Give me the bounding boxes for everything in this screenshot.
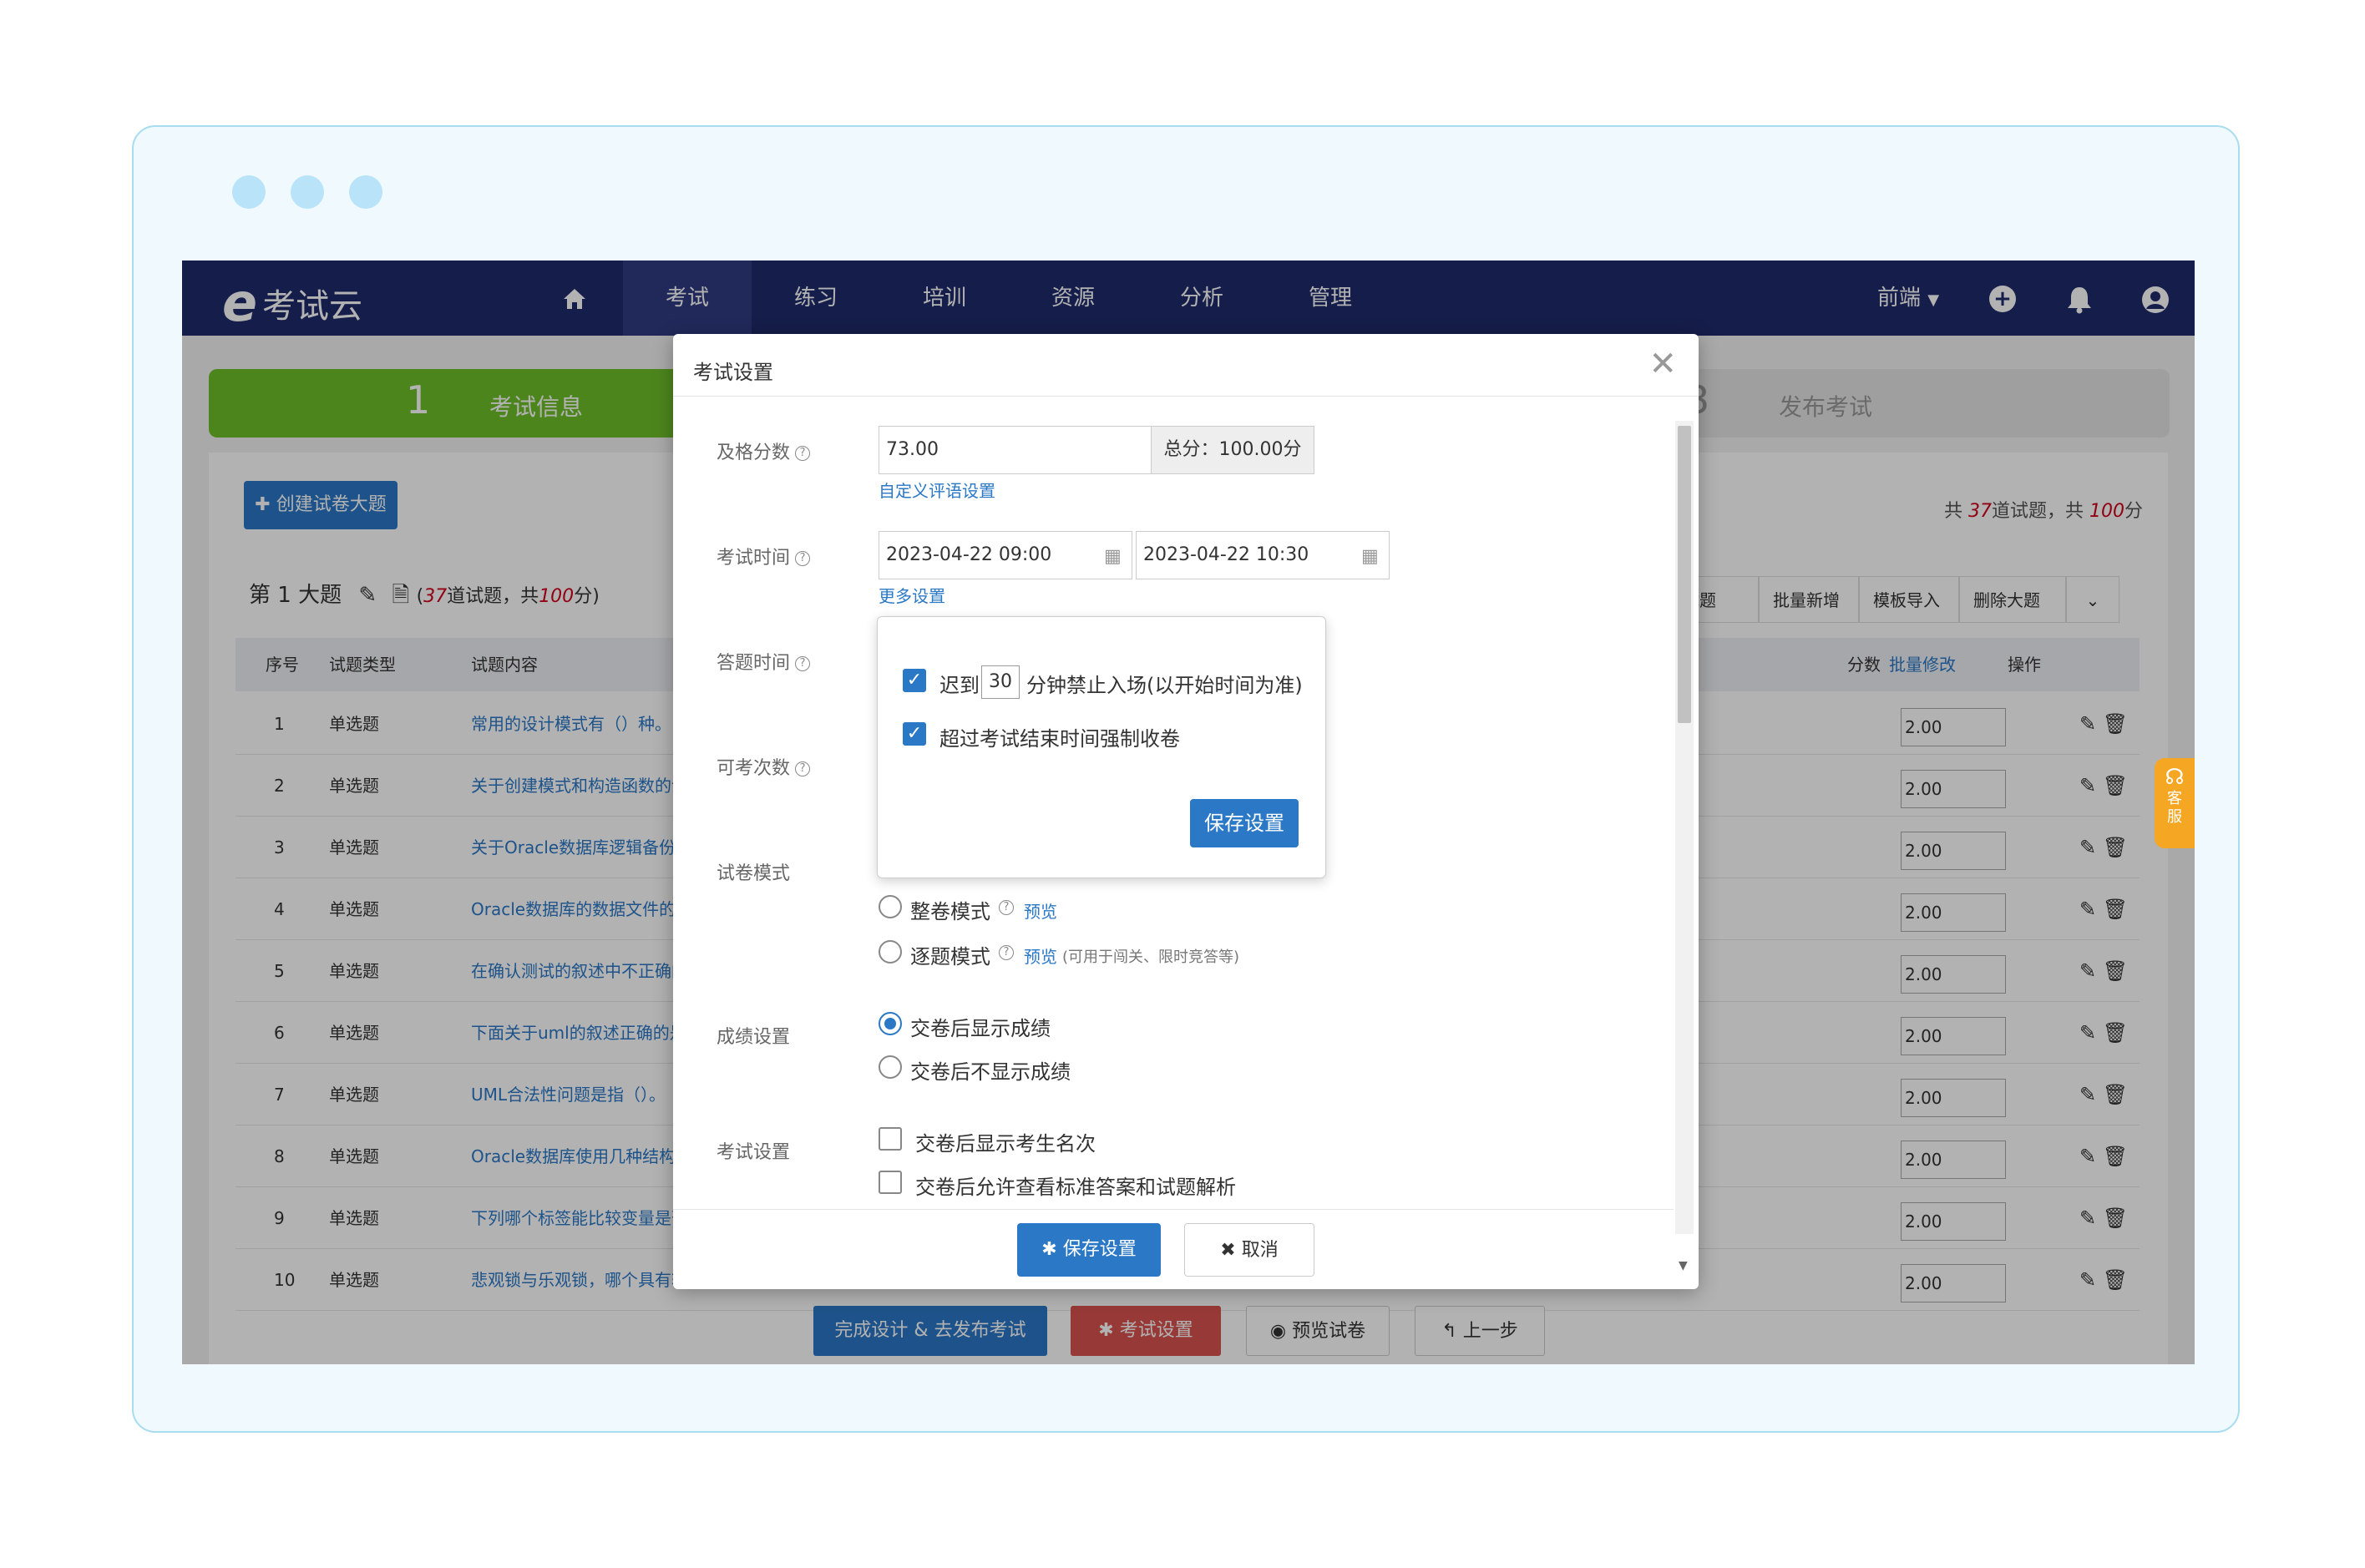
attempts-label-text: 可考次数 <box>717 758 791 779</box>
hide-score-radio[interactable] <box>879 1055 902 1079</box>
window-dot-icon <box>232 175 266 209</box>
show-score-radio[interactable] <box>879 1012 902 1035</box>
save-settings-button[interactable]: ✱ 保存设置 <box>1017 1223 1161 1277</box>
exam-time-label: 考试时间? <box>717 543 811 569</box>
popover-save-button[interactable]: 保存设置 <box>1190 799 1299 847</box>
paper-mode-label: 试卷模式 <box>717 863 791 884</box>
exam-settings-label: 考试设置 <box>717 1142 791 1163</box>
more-settings-popover: ✓ 迟到 30 分钟禁止入场(以开始时间为准) ✓ 超过考试结束时间强制收卷 保… <box>877 616 1326 878</box>
step-mode-radio[interactable] <box>879 940 902 964</box>
customer-service-tab[interactable]: ☊ 客服 <box>2155 758 2195 848</box>
dialog-footer: ✱ 保存设置 ✖ 取消 <box>673 1209 1674 1289</box>
cancel-label: 取消 <box>1241 1240 1279 1261</box>
help-icon[interactable]: ? <box>999 945 1014 960</box>
window-dot-icon <box>291 175 324 209</box>
close-icon: ✖ <box>1220 1240 1236 1261</box>
dialog-title: 考试设置 <box>693 361 773 384</box>
close-icon[interactable]: ✕ <box>1648 347 1677 381</box>
cancel-button[interactable]: ✖ 取消 <box>1184 1223 1314 1277</box>
whole-mode-radio[interactable] <box>879 895 902 918</box>
force-submit-label[interactable]: 超过考试结束时间强制收卷 <box>939 722 1180 751</box>
total-score-addon: 总分：100.00分 <box>1151 426 1314 474</box>
start-time-input[interactable]: 2023-04-22 09:00 <box>879 531 1132 579</box>
exam-settings-dialog: 考试设置 ✕ 及格分数? 73.00 总分：100.00分 自定义评语设置 考试… <box>673 334 1699 1289</box>
dialog-scrollbar[interactable] <box>1675 421 1694 1234</box>
help-icon[interactable]: ? <box>999 900 1014 915</box>
more-settings-link[interactable]: 更多设置 <box>879 583 945 607</box>
step-mode-note: (可用于闯关、限时竞答等) <box>1062 948 1240 966</box>
allow-answer-label[interactable]: 交卷后允许查看标准答案和试题解析 <box>915 1171 1236 1200</box>
answer-time-label: 答题时间? <box>717 648 811 675</box>
attempts-label: 可考次数? <box>717 753 811 780</box>
hide-score-label[interactable]: 交卷后不显示成绩 <box>910 1055 1071 1085</box>
answer-time-label-text: 答题时间 <box>717 653 791 674</box>
late-prefix-label: 迟到 <box>939 674 980 697</box>
scroll-down-icon[interactable]: ▼ <box>1679 1259 1688 1272</box>
custom-comment-link[interactable]: 自定义评语设置 <box>879 478 995 502</box>
scrollbar-thumb[interactable] <box>1678 426 1691 723</box>
save-settings-label: 保存设置 <box>1062 1239 1137 1260</box>
pass-score-label: 及格分数? <box>717 438 811 464</box>
pass-score-label-text: 及格分数 <box>717 443 791 463</box>
score-settings-label: 成绩设置 <box>717 1027 791 1048</box>
show-score-label[interactable]: 交卷后显示成绩 <box>910 1012 1051 1041</box>
headset-icon: ☊ <box>2165 765 2185 790</box>
gear-icon: ✱ <box>1041 1239 1057 1260</box>
help-icon[interactable]: ? <box>795 551 811 566</box>
whole-mode-preview-link[interactable]: 预览 <box>1024 898 1057 923</box>
late-minutes-input[interactable]: 30 <box>981 665 1020 699</box>
end-time-input[interactable]: 2023-04-22 10:30 <box>1136 531 1390 579</box>
show-rank-checkbox[interactable] <box>879 1127 902 1151</box>
calendar-icon[interactable]: ▦ <box>1361 546 1379 567</box>
force-submit-checkbox[interactable]: ✓ <box>903 722 926 746</box>
whole-mode-label[interactable]: 整卷模式 <box>910 895 990 924</box>
exam-time-label-text: 考试时间 <box>717 548 791 569</box>
help-icon[interactable]: ? <box>795 446 811 461</box>
allow-answer-checkbox[interactable] <box>879 1171 902 1194</box>
pass-score-input[interactable]: 73.00 <box>879 426 1152 474</box>
help-icon[interactable]: ? <box>795 656 811 671</box>
calendar-icon[interactable]: ▦ <box>1104 546 1122 567</box>
step-mode-label[interactable]: 逐题模式 <box>910 940 990 969</box>
window-dot-icon <box>349 175 382 209</box>
show-rank-label[interactable]: 交卷后显示考生名次 <box>915 1127 1096 1156</box>
late-suffix-label: 分钟禁止入场(以开始时间为准) <box>1026 674 1303 697</box>
late-entry-checkbox[interactable]: ✓ <box>903 669 926 692</box>
help-icon[interactable]: ? <box>795 761 811 776</box>
customer-service-label: 客服 <box>2167 790 2182 826</box>
divider <box>673 396 1699 397</box>
step-mode-preview-link[interactable]: 预览 <box>1024 943 1057 968</box>
